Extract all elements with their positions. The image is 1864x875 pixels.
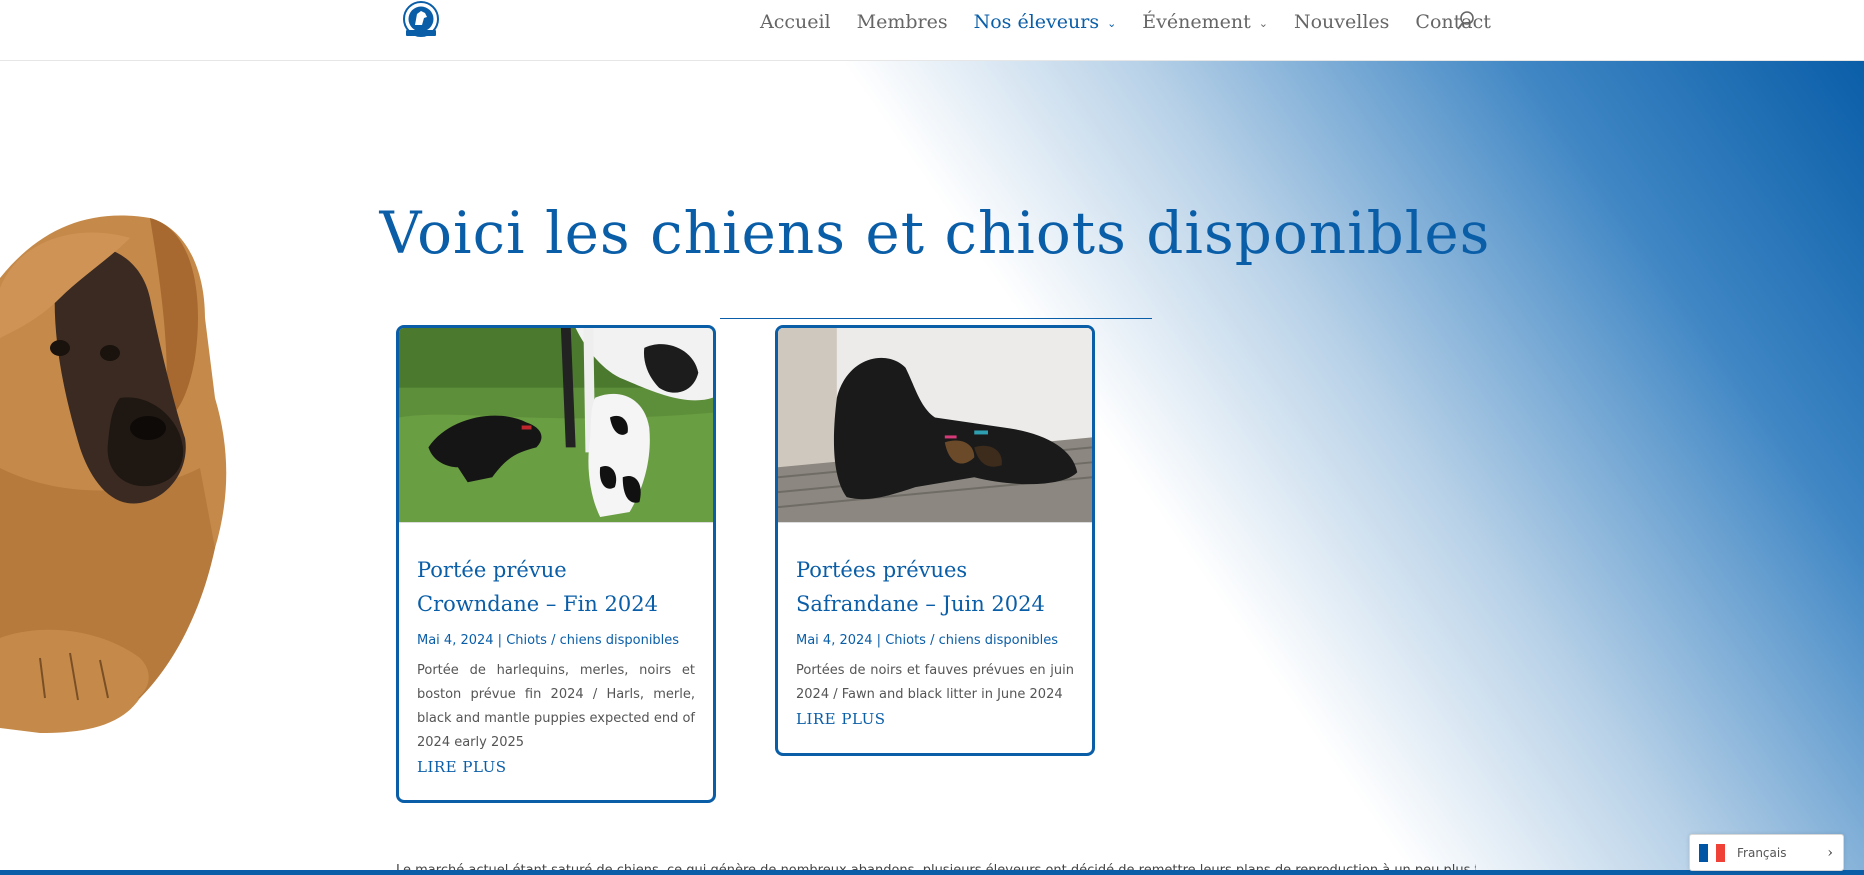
post-card: Portées prévues Safrandane – Juin 2024 M… xyxy=(775,325,1095,756)
title-divider xyxy=(720,318,1152,319)
chevron-right-icon: › xyxy=(1827,844,1833,861)
read-more-link[interactable]: LIRE PLUS xyxy=(417,758,695,776)
post-excerpt: Portées de noirs et fauves prévues en ju… xyxy=(796,663,1074,702)
chevron-down-icon: ⌄ xyxy=(1258,16,1268,30)
chevron-down-icon: ⌄ xyxy=(1107,16,1117,30)
card-body: Portées prévues Safrandane – Juin 2024 M… xyxy=(778,523,1092,728)
post-thumbnail[interactable] xyxy=(778,328,1092,523)
nav-label: Accueil xyxy=(760,11,831,33)
post-meta: Mai 4, 2024 | Chiots / chiens disponible… xyxy=(417,633,695,648)
post-category-link[interactable]: Chiots / chiens disponibles xyxy=(506,633,679,648)
nav-item-accueil[interactable]: Accueil xyxy=(760,11,831,33)
post-category-link[interactable]: Chiots / chiens disponibles xyxy=(885,633,1058,648)
page-title: Voici les chiens et chiots disponibles xyxy=(379,199,1491,267)
nav-item-nos-eleveurs[interactable]: Nos éleveurs ⌄ xyxy=(974,11,1117,33)
nav-item-membres[interactable]: Membres xyxy=(857,11,948,33)
post-meta: Mai 4, 2024 | Chiots / chiens disponible… xyxy=(796,633,1074,648)
post-title[interactable]: Portées prévues Safrandane – Juin 2024 xyxy=(796,553,1074,621)
bottom-accent-bar xyxy=(0,870,1864,875)
france-flag-icon xyxy=(1699,843,1726,862)
puppy-illustration xyxy=(0,215,227,733)
site-header: Accueil Membres Nos éleveurs ⌄ Événement… xyxy=(0,0,1864,61)
search-icon[interactable] xyxy=(1456,10,1476,32)
main-nav: Accueil Membres Nos éleveurs ⌄ Événement… xyxy=(760,8,1517,36)
post-card: Portée prévue Crowndane – Fin 2024 Mai 4… xyxy=(396,325,716,803)
nav-item-contact[interactable]: Contact xyxy=(1415,11,1490,33)
post-excerpt: Portée de harlequins, merles, noirs et b… xyxy=(417,663,695,750)
nav-label: Événement xyxy=(1142,11,1251,33)
nav-item-evenement[interactable]: Événement ⌄ xyxy=(1142,11,1268,33)
read-more-link[interactable]: LIRE PLUS xyxy=(796,710,1074,728)
card-body: Portée prévue Crowndane – Fin 2024 Mai 4… xyxy=(399,523,713,776)
language-switcher[interactable]: Français › xyxy=(1689,834,1844,871)
nav-label: Membres xyxy=(856,11,948,33)
post-title[interactable]: Portée prévue Crowndane – Fin 2024 xyxy=(417,553,695,621)
meta-separator: | xyxy=(493,633,507,648)
nav-label: Nouvelles xyxy=(1293,11,1390,33)
nav-item-nouvelles[interactable]: Nouvelles xyxy=(1294,11,1389,33)
nav-label: Nos éleveurs xyxy=(973,11,1100,33)
post-date: Mai 4, 2024 xyxy=(417,633,494,648)
language-label: Français xyxy=(1737,845,1787,860)
club-seal-logo[interactable] xyxy=(398,0,444,42)
nav-label: Contact xyxy=(1415,11,1491,33)
post-thumbnail[interactable] xyxy=(399,328,713,523)
meta-separator: | xyxy=(872,633,886,648)
post-date: Mai 4, 2024 xyxy=(796,633,873,648)
